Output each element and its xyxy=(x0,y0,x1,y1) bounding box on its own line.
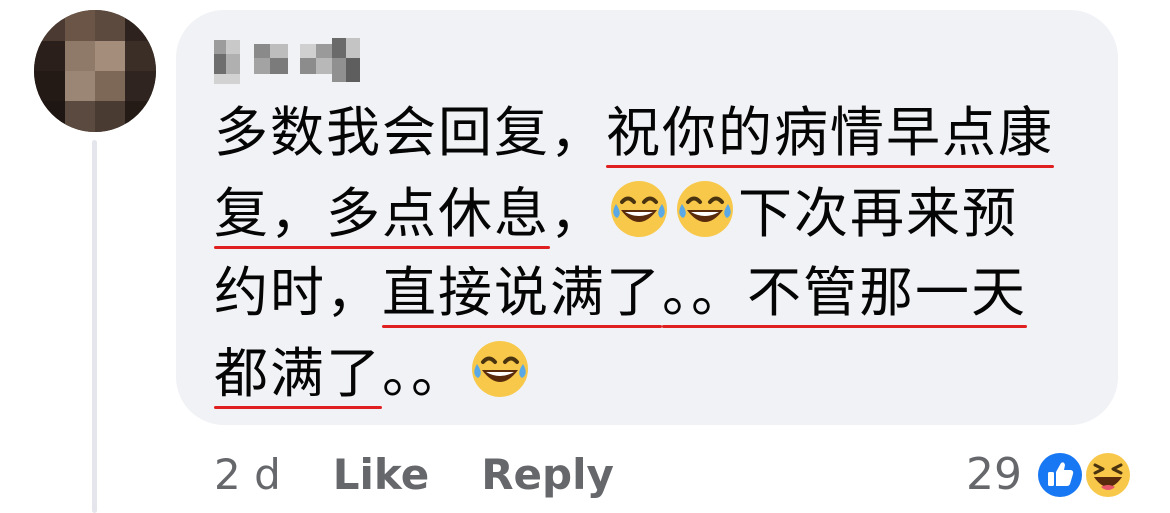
underlined-text: 复，多点休息 xyxy=(214,179,550,249)
reaction-count: 29 xyxy=(966,448,1022,500)
like-icon xyxy=(1034,449,1086,512)
author-name-redacted[interactable] xyxy=(214,34,364,86)
comment-text: 。。 xyxy=(382,342,467,405)
tears-of-joy-emoji-icon xyxy=(608,178,670,257)
tears-of-joy-emoji-icon xyxy=(469,338,531,417)
underlined-text: 祝你的病情早点康 xyxy=(606,98,1054,168)
reaction-summary[interactable]: 29 xyxy=(966,442,1136,506)
haha-icon xyxy=(1082,449,1134,512)
reply-button[interactable]: Reply xyxy=(481,450,614,499)
reaction-icons xyxy=(1034,447,1136,501)
reply-thread-line xyxy=(92,140,97,513)
comment-line-2: 复，多点休息， 下次再来预 xyxy=(214,178,1018,249)
comment-text: ， xyxy=(550,182,606,245)
comment-text: 多数我会回复， xyxy=(214,101,606,164)
comment-line-3: 约时，直接说满了。。不管那一天 xyxy=(214,258,1027,328)
comment-actions: 2 d Like Reply xyxy=(214,442,666,506)
underlined-text: 都满了 xyxy=(214,339,382,409)
underlined-text: 直接说满了 xyxy=(382,258,662,328)
comment-line-1: 多数我会回复，祝你的病情早点康 xyxy=(214,98,1054,168)
like-button[interactable]: Like xyxy=(333,450,429,499)
tears-of-joy-emoji-icon xyxy=(674,178,736,257)
underlined-text: 。。不管那一天 xyxy=(662,258,1027,328)
comment-text: 约时， xyxy=(214,261,382,324)
comment-text: 下次再来预 xyxy=(738,182,1018,245)
comment-line-4: 都满了。。 xyxy=(214,338,533,409)
commenter-avatar[interactable] xyxy=(34,10,156,132)
comment-timestamp[interactable]: 2 d xyxy=(214,450,281,499)
